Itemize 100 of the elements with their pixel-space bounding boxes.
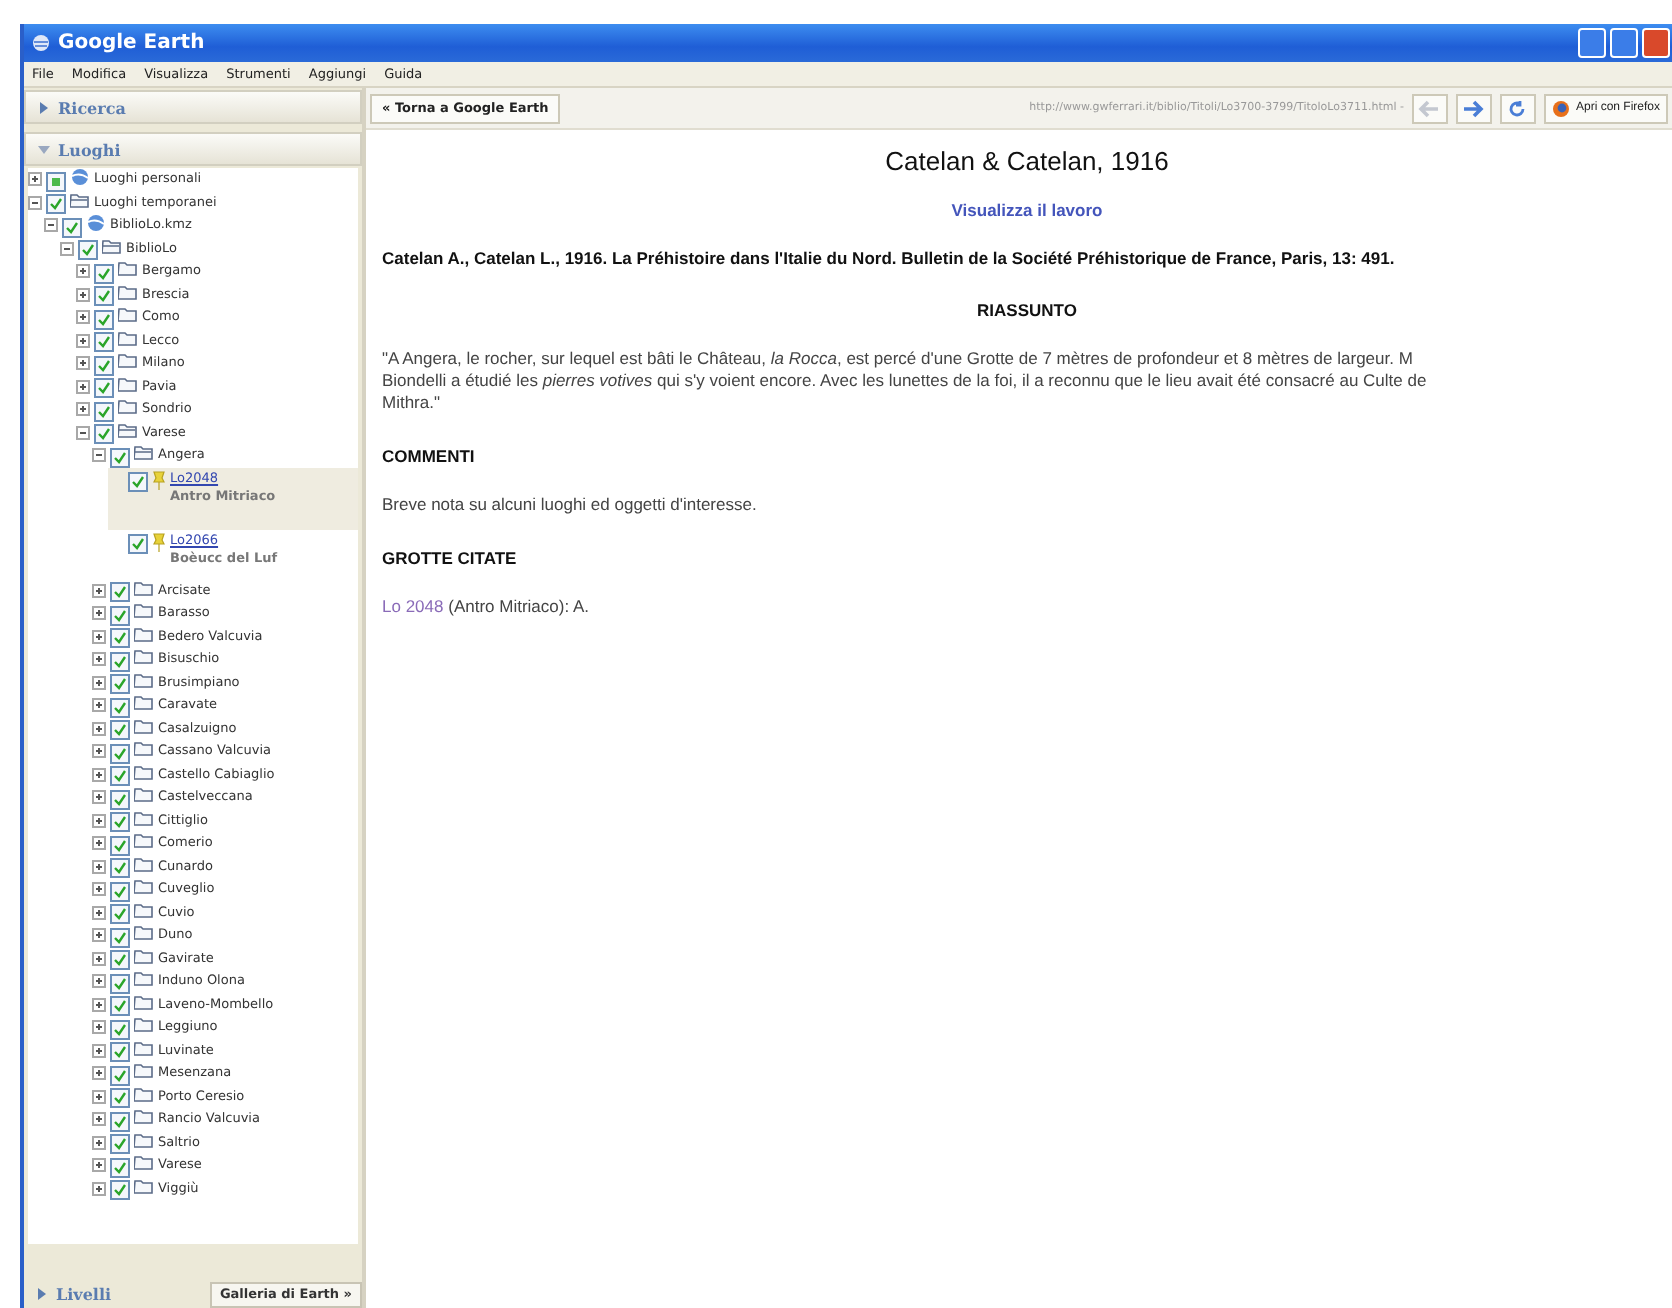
expand-icon[interactable] [92,583,106,597]
expand-icon[interactable] [92,698,106,712]
expand-icon[interactable] [92,1066,106,1080]
expand-icon[interactable] [92,652,106,666]
page-title: Catelan & Catelan, 1916 [883,146,1171,176]
expand-icon[interactable] [76,333,90,347]
expand-icon[interactable] [76,310,90,324]
checkbox[interactable] [94,401,114,421]
cave-link[interactable]: Lo 2048 [382,596,444,616]
checkbox[interactable] [110,674,130,694]
expand-icon[interactable] [92,974,106,988]
checkbox[interactable] [94,309,114,329]
checkbox[interactable] [110,1019,130,1039]
checkbox[interactable] [110,720,130,740]
expand-icon[interactable] [92,675,106,689]
checkbox[interactable] [110,927,130,947]
checkbox[interactable] [128,534,148,554]
expand-icon[interactable] [92,951,106,965]
checkbox[interactable] [110,881,130,901]
expand-icon[interactable] [76,264,90,278]
checkbox[interactable] [110,789,130,809]
minimize-button[interactable] [1578,28,1606,58]
collapse-icon[interactable] [60,241,74,255]
expand-icon[interactable] [92,1020,106,1034]
checkbox[interactable] [128,472,148,492]
checkbox[interactable] [110,973,130,993]
search-panel-header[interactable]: Ricerca [24,90,362,124]
close-button[interactable] [1642,28,1670,58]
section-heading: COMMENTI [382,446,477,466]
forward-button[interactable] [1455,93,1492,123]
pushpin-icon [152,531,166,551]
expand-icon[interactable] [92,1043,106,1057]
reload-button[interactable] [1499,93,1536,123]
checkbox[interactable] [110,628,130,648]
expand-icon[interactable] [92,1089,106,1103]
expand-icon[interactable] [92,721,106,735]
expand-icon[interactable] [92,1135,106,1149]
summary-text: Biondelli a étudié les pierres votives qui s'y voient encore. Avec les lunettes de la foi, il a reconnu que le lieu avait été consacré au Culte de [382,370,1429,392]
expand-icon[interactable] [92,882,106,896]
maximize-button[interactable] [1610,28,1638,58]
expand-icon[interactable] [92,836,106,850]
expand-icon[interactable] [28,172,42,186]
checkbox[interactable] [110,447,130,467]
section-heading: RIASSUNTO [975,300,1079,320]
expand-icon[interactable] [92,790,106,804]
expand-icon[interactable] [92,905,106,919]
checkbox[interactable] [110,950,130,970]
expand-icon[interactable] [92,629,106,643]
checkbox[interactable] [110,835,130,855]
window-title: Google Earth [58,32,205,54]
checkbox[interactable] [110,766,130,786]
checkbox[interactable] [94,355,114,375]
checkbox[interactable] [110,1088,130,1108]
checkbox[interactable] [110,743,130,763]
expand-triangle-icon [38,101,50,113]
expand-icon[interactable] [76,356,90,370]
expand-icon[interactable] [76,402,90,416]
view-work-link[interactable]: Visualizza il lavoro [951,200,1103,220]
checkbox[interactable] [110,1134,130,1154]
checkbox[interactable] [110,582,130,602]
checkbox[interactable] [110,904,130,924]
expand-icon[interactable] [76,379,90,393]
checkbox[interactable] [46,171,66,191]
checkbox[interactable] [46,194,66,214]
collapse-icon[interactable] [28,195,42,209]
checkbox[interactable] [94,424,114,444]
collapse-triangle-icon [38,143,50,155]
checkbox[interactable] [94,286,114,306]
checkbox[interactable] [110,651,130,671]
expand-icon[interactable] [92,1158,106,1172]
expand-icon[interactable] [92,767,106,781]
checkbox[interactable] [110,697,130,717]
expand-icon[interactable] [92,744,106,758]
checkbox[interactable] [110,812,130,832]
pushpin-icon [152,469,166,489]
checkbox[interactable] [78,240,98,260]
collapse-icon[interactable] [44,218,58,232]
checkbox[interactable] [110,1180,130,1200]
expand-icon[interactable] [92,859,106,873]
expand-icon[interactable] [92,813,106,827]
checkbox[interactable] [94,263,114,283]
checkbox[interactable] [62,217,82,237]
expand-icon[interactable] [92,928,106,942]
places-panel-header[interactable]: Luoghi [24,132,362,166]
checkbox[interactable] [110,605,130,625]
expand-icon[interactable] [76,287,90,301]
collapse-icon[interactable] [76,425,90,439]
checkbox[interactable] [110,858,130,878]
checkbox[interactable] [110,1065,130,1085]
checkbox[interactable] [110,1042,130,1062]
checkbox[interactable] [94,332,114,352]
expand-icon[interactable] [92,606,106,620]
checkbox[interactable] [110,1111,130,1131]
expand-icon[interactable] [92,1181,106,1195]
checkbox[interactable] [110,1157,130,1177]
checkbox[interactable] [94,378,114,398]
checkbox[interactable] [110,996,130,1016]
expand-icon[interactable] [92,1112,106,1126]
collapse-icon[interactable] [92,448,106,462]
expand-icon[interactable] [92,997,106,1011]
